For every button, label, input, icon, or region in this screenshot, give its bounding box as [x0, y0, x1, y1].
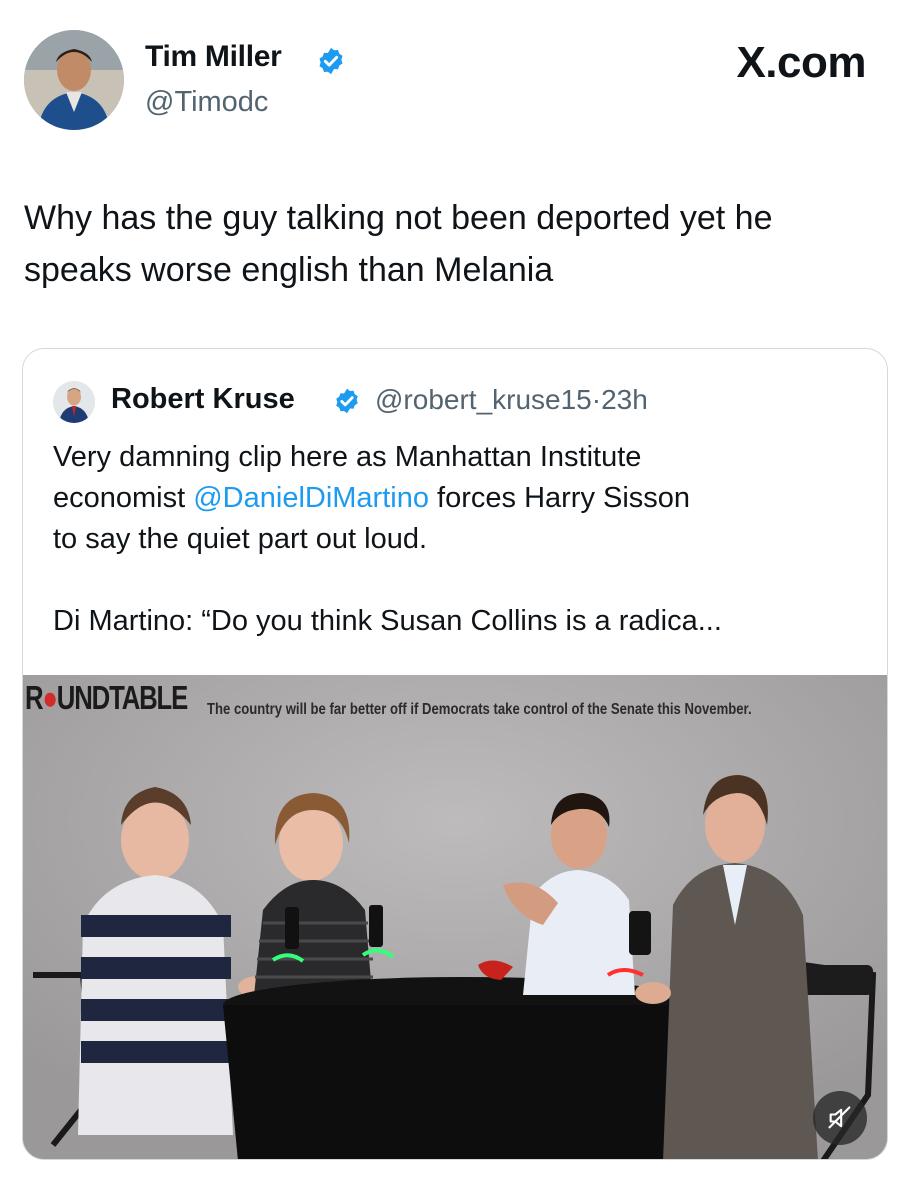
video-caption: The country will be far better off if De… — [207, 701, 752, 718]
meta-separator: · — [591, 384, 602, 415]
person-photo-avatar — [24, 30, 124, 130]
video-frame — [23, 675, 887, 1159]
unmute-button[interactable] — [813, 1091, 867, 1145]
quote-meta: @robert_kruse15·23h — [375, 384, 648, 416]
quote-line: Very damning clip here as Manhattan Inst… — [53, 441, 642, 473]
brand-logo: X.com — [736, 38, 866, 88]
tweet-line: speaks worse english than Melania — [24, 251, 554, 289]
quote-line: economist @DanielDiMartino forces Harry … — [53, 478, 873, 519]
mention-link[interactable]: @DanielDiMartino — [193, 482, 429, 514]
quote-line: Di Martino: “Do you think Susan Collins … — [53, 605, 722, 637]
muted-speaker-icon — [828, 1106, 851, 1129]
author-name[interactable]: Tim Miller — [145, 40, 282, 74]
quote-text: Very damning clip here as Manhattan Inst… — [53, 437, 873, 642]
verified-badge-icon — [319, 47, 343, 75]
roundtable-logo: R●UNDTABLE — [25, 679, 188, 716]
quote-line: to say the quiet part out loud. — [53, 523, 428, 555]
author-handle[interactable]: @Timodc — [145, 86, 268, 119]
quote-author-name[interactable]: Robert Kruse — [111, 383, 295, 416]
tweet-line: Why has the guy talking not been deporte… — [24, 199, 773, 237]
quote-line-text: forces Harry Sisson — [428, 482, 691, 514]
author-avatar[interactable] — [24, 30, 124, 130]
quote-line-text: economist — [53, 482, 194, 514]
quote-author-handle[interactable]: @robert_kruse15 — [375, 384, 592, 415]
brand-text: X.com — [736, 38, 866, 87]
quote-timestamp[interactable]: 23h — [601, 384, 648, 415]
video-player[interactable]: R●UNDTABLE The country will be far bette… — [23, 675, 887, 1159]
person-photo-avatar — [53, 381, 95, 423]
quoted-tweet-card[interactable]: Robert Kruse @robert_kruse15·23h Very da… — [22, 348, 888, 1160]
tweet-text: Why has the guy talking not been deporte… — [24, 192, 884, 296]
verified-badge-icon — [336, 388, 358, 414]
quote-author-avatar[interactable] — [53, 381, 95, 423]
